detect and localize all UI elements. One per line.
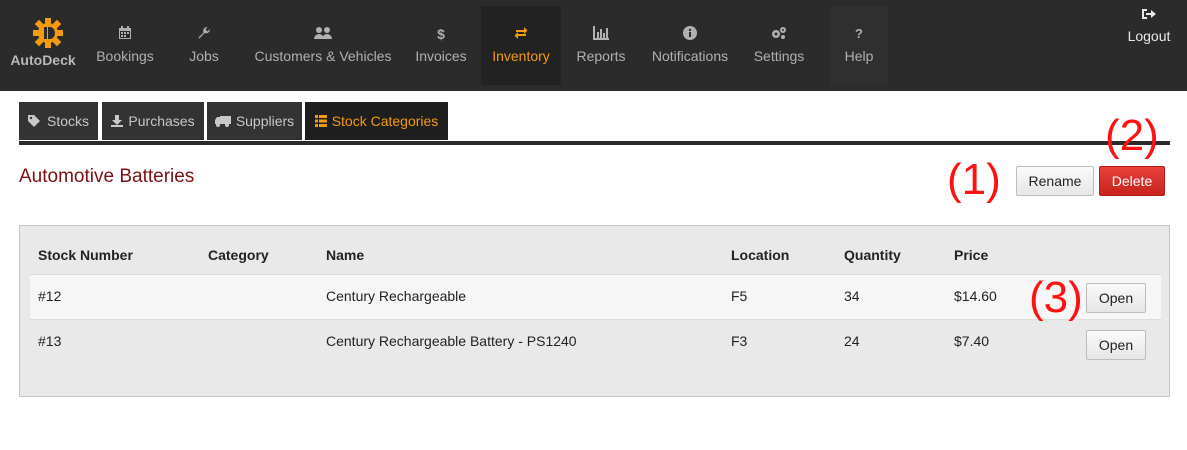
nav-settings[interactable]: Settings — [746, 6, 812, 85]
sign-out-icon — [1124, 8, 1174, 24]
annotation-2: (2) — [1105, 111, 1159, 160]
question-icon: ? — [855, 26, 863, 41]
cell-price: $14.60 — [954, 288, 997, 304]
wrench-icon — [172, 26, 236, 44]
cell-quantity: 34 — [844, 288, 860, 304]
tags-icon — [27, 115, 40, 127]
open-button[interactable]: Open — [1086, 283, 1146, 313]
gear-logo-icon — [33, 18, 63, 48]
cogs-icon — [746, 26, 812, 44]
annotation-3: (3) — [1029, 273, 1083, 322]
cell-location: F3 — [731, 333, 748, 349]
app-logo[interactable]: AutoDeck — [0, 0, 86, 91]
download-icon — [111, 115, 124, 127]
users-icon — [246, 26, 400, 44]
nav-invoices[interactable]: $ Invoices — [408, 6, 474, 85]
column-header-quantity: Quantity — [844, 247, 901, 263]
column-header-name: Name — [326, 247, 365, 263]
info-icon — [642, 26, 738, 44]
nav-jobs[interactable]: Jobs — [172, 6, 236, 85]
truck-icon — [214, 116, 231, 127]
logout-button[interactable]: Logout — [1124, 8, 1174, 44]
rename-button[interactable]: Rename — [1016, 166, 1094, 196]
column-header-price: Price — [954, 247, 989, 263]
calendar-icon — [88, 26, 162, 44]
tab-stock-categories[interactable]: Stock Categories — [305, 102, 448, 140]
table-row: #12 Century Rechargeable F5 34 $14.60 Op… — [30, 274, 1161, 320]
top-navbar: AutoDeck Bookings Jobs Customers & Vehic… — [0, 0, 1187, 91]
nav-help[interactable]: ? Help — [830, 6, 888, 85]
bar-chart-icon — [568, 26, 634, 44]
tab-stocks[interactable]: Stocks — [19, 102, 98, 140]
tab-purchases[interactable]: Purchases — [102, 102, 204, 140]
tabs-divider — [19, 141, 1170, 145]
nav-notifications[interactable]: Notifications — [642, 6, 738, 85]
nav-bookings[interactable]: Bookings — [88, 6, 162, 85]
column-header-location: Location — [731, 247, 790, 263]
dollar-icon: $ — [437, 26, 445, 42]
brand-name: AutoDeck — [10, 52, 76, 68]
open-button[interactable]: Open — [1086, 330, 1146, 360]
column-header-category: Category — [208, 247, 269, 263]
annotation-1: (1) — [947, 155, 1001, 204]
cell-stock-number: #12 — [38, 288, 62, 304]
delete-button[interactable]: Delete — [1099, 166, 1165, 196]
nav-reports[interactable]: Reports — [568, 6, 634, 85]
exchange-icon — [481, 26, 561, 44]
nav-customers-vehicles[interactable]: Customers & Vehicles — [246, 6, 400, 85]
cell-price: $7.40 — [954, 333, 990, 349]
cell-name: Century Rechargeable — [326, 288, 467, 304]
cell-location: F5 — [731, 288, 748, 304]
nav-inventory[interactable]: Inventory — [481, 6, 561, 85]
page-title: Automotive Batteries — [19, 166, 195, 187]
tab-suppliers[interactable]: Suppliers — [207, 102, 302, 140]
cell-quantity: 24 — [844, 333, 860, 349]
list-icon — [314, 115, 327, 127]
column-header-stock-number: Stock Number — [38, 247, 133, 263]
cell-name: Century Rechargeable Battery - PS1240 — [326, 333, 577, 349]
stock-table: Stock Number Category Name Location Quan… — [19, 225, 1170, 397]
table-row: #13 Century Rechargeable Battery - PS124… — [30, 320, 1161, 366]
cell-stock-number: #13 — [38, 333, 62, 349]
